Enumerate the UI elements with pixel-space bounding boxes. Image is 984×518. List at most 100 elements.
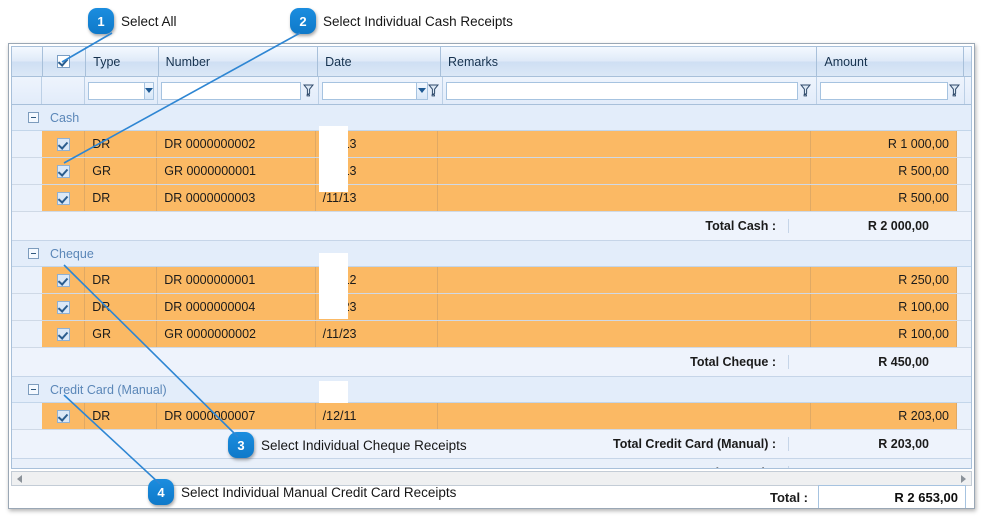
- filter-number-input[interactable]: [162, 82, 301, 99]
- filter-date-box[interactable]: [322, 81, 429, 100]
- row-checkbox[interactable]: [56, 409, 70, 423]
- group-total-label: Total Cash :: [705, 219, 776, 233]
- cell-remarks: [437, 321, 812, 347]
- chevron-down-icon[interactable]: [415, 82, 428, 99]
- filter-remarks-box[interactable]: [446, 81, 798, 100]
- filter-cell-number: [158, 77, 320, 104]
- cell-type-text: DR: [92, 191, 111, 205]
- row-indent: [12, 131, 42, 157]
- cell-type: DR: [85, 403, 158, 429]
- filter-icon[interactable]: [301, 84, 315, 97]
- filter-date-input[interactable]: [323, 82, 416, 99]
- row-indent: [12, 403, 42, 429]
- column-header-number[interactable]: Number: [159, 47, 319, 76]
- filter-icon[interactable]: [948, 84, 961, 97]
- cell-type-text: DR: [92, 409, 111, 423]
- table-row[interactable]: DR DR 0000000007/12/11 R 203,00: [12, 403, 971, 430]
- cell-number-text: DR 0000000001: [164, 273, 256, 287]
- group-total-row: Total Credit Card (Manual) : R 203,00: [12, 430, 971, 459]
- scroll-left-arrow-icon[interactable]: [12, 472, 27, 485]
- cell-type: DR: [85, 294, 158, 320]
- grand-total-label: Total to Bank :: [438, 466, 788, 468]
- row-select-cell[interactable]: [42, 321, 86, 347]
- cell-type: DR: [85, 131, 158, 157]
- table-row[interactable]: DRDR 0000000004/11/23R 100,00: [12, 294, 971, 321]
- cell-amount-text: R 500,00: [898, 191, 949, 205]
- table-row[interactable]: DRDR 0000000001/11/12R 250,00: [12, 267, 971, 294]
- row-checkbox[interactable]: [56, 137, 70, 151]
- cell-amount: R 500,00: [811, 185, 957, 211]
- filter-remarks-input[interactable]: [447, 82, 797, 99]
- row-checkbox[interactable]: [56, 327, 70, 341]
- callout-badge-1: 1: [88, 8, 114, 34]
- date-redaction-block-cash: [319, 126, 348, 192]
- group-header-row[interactable]: Cash: [12, 105, 971, 131]
- row-filler: [957, 185, 971, 211]
- filter-cell-amount: [817, 77, 965, 104]
- column-header-amount[interactable]: Amount: [817, 47, 964, 76]
- column-header-type[interactable]: Type: [86, 47, 159, 76]
- column-header-date[interactable]: Date: [318, 47, 441, 76]
- row-indent: [12, 185, 42, 211]
- filter-icon[interactable]: [798, 84, 813, 97]
- cell-amount-text: R 100,00: [898, 300, 949, 314]
- table-row[interactable]: DR DR 0000000003/11/13 R 500,00: [12, 185, 971, 212]
- group-collapse-icon[interactable]: [28, 248, 39, 259]
- group-total-value: R 450,00: [788, 355, 936, 369]
- filter-check-cell: [42, 77, 86, 104]
- filter-icon[interactable]: [428, 84, 440, 97]
- group-header-label: Cheque: [50, 246, 94, 261]
- column-header-remarks-label: Remarks: [448, 54, 499, 69]
- column-header-remarks[interactable]: Remarks: [441, 47, 818, 76]
- cell-date-text: /11/23: [322, 327, 357, 341]
- group-collapse-icon[interactable]: [28, 112, 39, 123]
- row-select-cell[interactable]: [42, 403, 86, 429]
- row-select-cell[interactable]: [42, 158, 86, 184]
- cell-remarks: [437, 403, 812, 429]
- filter-type-box[interactable]: [88, 81, 155, 100]
- callout-2: 2 Select Individual Cash Receipts: [290, 8, 513, 34]
- cell-number: DR 0000000002: [157, 131, 316, 157]
- row-select-cell[interactable]: [42, 267, 86, 293]
- row-checkbox[interactable]: [56, 273, 70, 287]
- row-filler: [957, 321, 971, 347]
- table-row[interactable]: GRGR 0000000001/11/13R 500,00: [12, 158, 971, 185]
- row-select-cell[interactable]: [42, 294, 86, 320]
- cell-type: GR: [85, 321, 158, 347]
- callout-1: 1 Select All: [88, 8, 177, 34]
- cell-type: GR: [85, 158, 158, 184]
- row-checkbox[interactable]: [56, 300, 70, 314]
- date-redaction-block-card: [319, 381, 348, 403]
- group-total-value: R 203,00: [788, 437, 936, 451]
- row-select-cell[interactable]: [42, 131, 86, 157]
- table-row[interactable]: DRDR 0000000002/11/13R 1 000,00: [12, 131, 971, 158]
- group-total-row: Total Cash : R 2 000,00: [12, 212, 971, 241]
- row-indent: [12, 267, 42, 293]
- filter-cell-type: [85, 77, 159, 104]
- group-header-row[interactable]: Credit Card (Manual): [12, 377, 971, 403]
- cell-number-text: DR 0000000002: [164, 137, 256, 151]
- filter-amount-box[interactable]: [820, 81, 949, 100]
- group-header-row[interactable]: Cheque: [12, 241, 971, 267]
- cell-date: /12/11: [315, 403, 438, 429]
- chevron-down-icon[interactable]: [144, 82, 154, 99]
- row-select-cell[interactable]: [42, 185, 86, 211]
- row-indent: [12, 294, 42, 320]
- cell-date-text: /12/11: [322, 409, 357, 423]
- filter-number-box[interactable]: [161, 81, 302, 100]
- filter-type-input[interactable]: [89, 82, 145, 99]
- cell-number: DR 0000000007: [157, 403, 316, 429]
- scroll-right-arrow-icon[interactable]: [956, 472, 971, 485]
- select-all-checkbox[interactable]: [57, 55, 71, 68]
- callout-badge-2: 2: [290, 8, 316, 34]
- row-indent: [12, 321, 42, 347]
- cell-amount-text: R 203,00: [898, 409, 949, 423]
- filter-amount-input[interactable]: [821, 82, 948, 99]
- group-collapse-icon[interactable]: [28, 384, 39, 395]
- select-all-header-cell[interactable]: [43, 47, 87, 76]
- row-checkbox[interactable]: [56, 191, 70, 205]
- table-row[interactable]: GR GR 0000000002/11/23 R 100,00: [12, 321, 971, 348]
- cell-amount-text: R 100,00: [898, 327, 949, 341]
- row-checkbox[interactable]: [56, 164, 70, 178]
- horizontal-scrollbar[interactable]: [11, 471, 972, 486]
